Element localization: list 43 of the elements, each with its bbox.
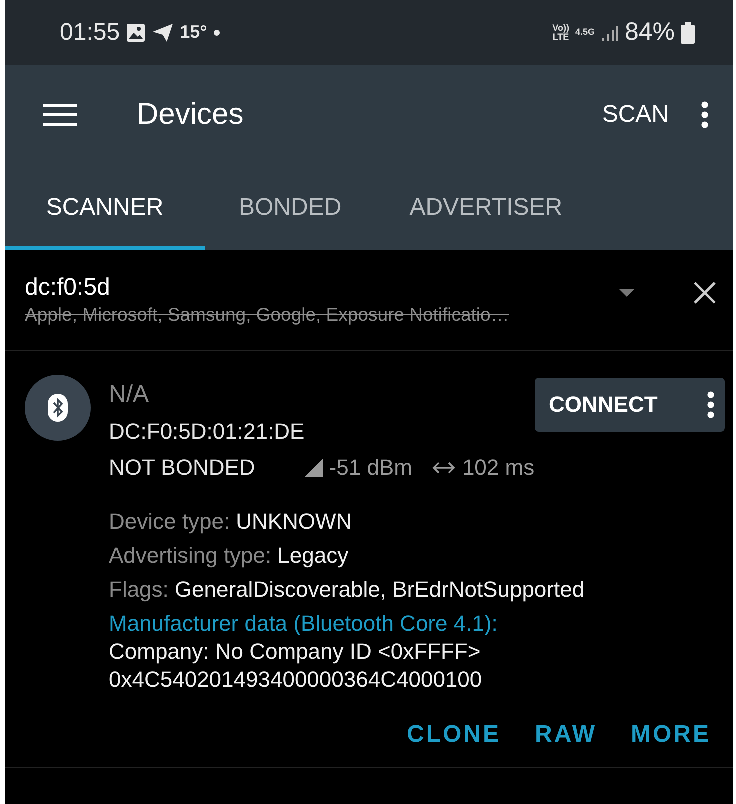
detail-label: Flags:	[109, 577, 169, 603]
network-type: 4.5G	[575, 28, 595, 37]
bluetooth-icon	[47, 394, 69, 422]
tab[interactable]: ADVERTISER	[376, 165, 597, 250]
device-address: DC:F0:5D:01:21:DE	[109, 419, 306, 445]
device-name: N/A	[109, 381, 150, 409]
tab[interactable]: BONDED	[205, 165, 376, 250]
volte-indicator: Vo)) LTE	[552, 24, 570, 42]
detail-label: Advertising type:	[109, 543, 272, 569]
scan-button[interactable]: SCAN	[594, 95, 677, 135]
caret-icon	[619, 289, 635, 297]
filter-query: dc:f0:5d	[25, 274, 112, 302]
more-icon	[707, 391, 715, 419]
temperature: 15°	[180, 22, 208, 43]
signal-strength-icon	[305, 459, 324, 477]
manufacturer-heading: Manufacturer data (Bluetooth Core 4.1):	[109, 611, 499, 637]
interval-icon	[432, 461, 456, 475]
battery-icon	[681, 22, 695, 44]
bond-state: NOT BONDED	[109, 455, 256, 481]
detail-label: Device type:	[109, 509, 230, 535]
image-icon	[126, 22, 146, 42]
action-button[interactable]: CLONE	[399, 717, 509, 753]
connect-button[interactable]: CONNECT	[535, 378, 725, 432]
detail-value: GeneralDiscoverable, BrEdrNotSupported	[174, 577, 585, 603]
clock: 01:55	[60, 18, 120, 46]
manufacturer-data: 0x4C540201493400000364C4000100	[109, 667, 484, 693]
battery-percent: 84%	[624, 18, 675, 47]
close-icon	[693, 281, 717, 305]
send-icon	[152, 22, 174, 42]
rssi: -51 dBm	[329, 455, 412, 481]
manufacturer-data: Company: No Company ID <0xFFFF>	[109, 639, 482, 665]
excluded-vendors: Apple, Microsoft, Samsung, Google, Exposure Notificatio…	[25, 304, 510, 326]
more-icon	[701, 101, 709, 129]
action-button[interactable]: MORE	[623, 717, 719, 753]
menu-icon	[43, 103, 77, 127]
signal-icon	[600, 24, 619, 42]
advertising-interval: 102 ms	[462, 455, 535, 481]
action-button[interactable]: RAW	[527, 717, 605, 753]
dot-icon	[213, 28, 222, 36]
detail-value: Legacy	[278, 543, 349, 569]
tab[interactable]: SCANNER	[5, 165, 205, 250]
detail-value: UNKNOWN	[236, 509, 352, 535]
toolbar-title: Devices	[137, 98, 245, 132]
